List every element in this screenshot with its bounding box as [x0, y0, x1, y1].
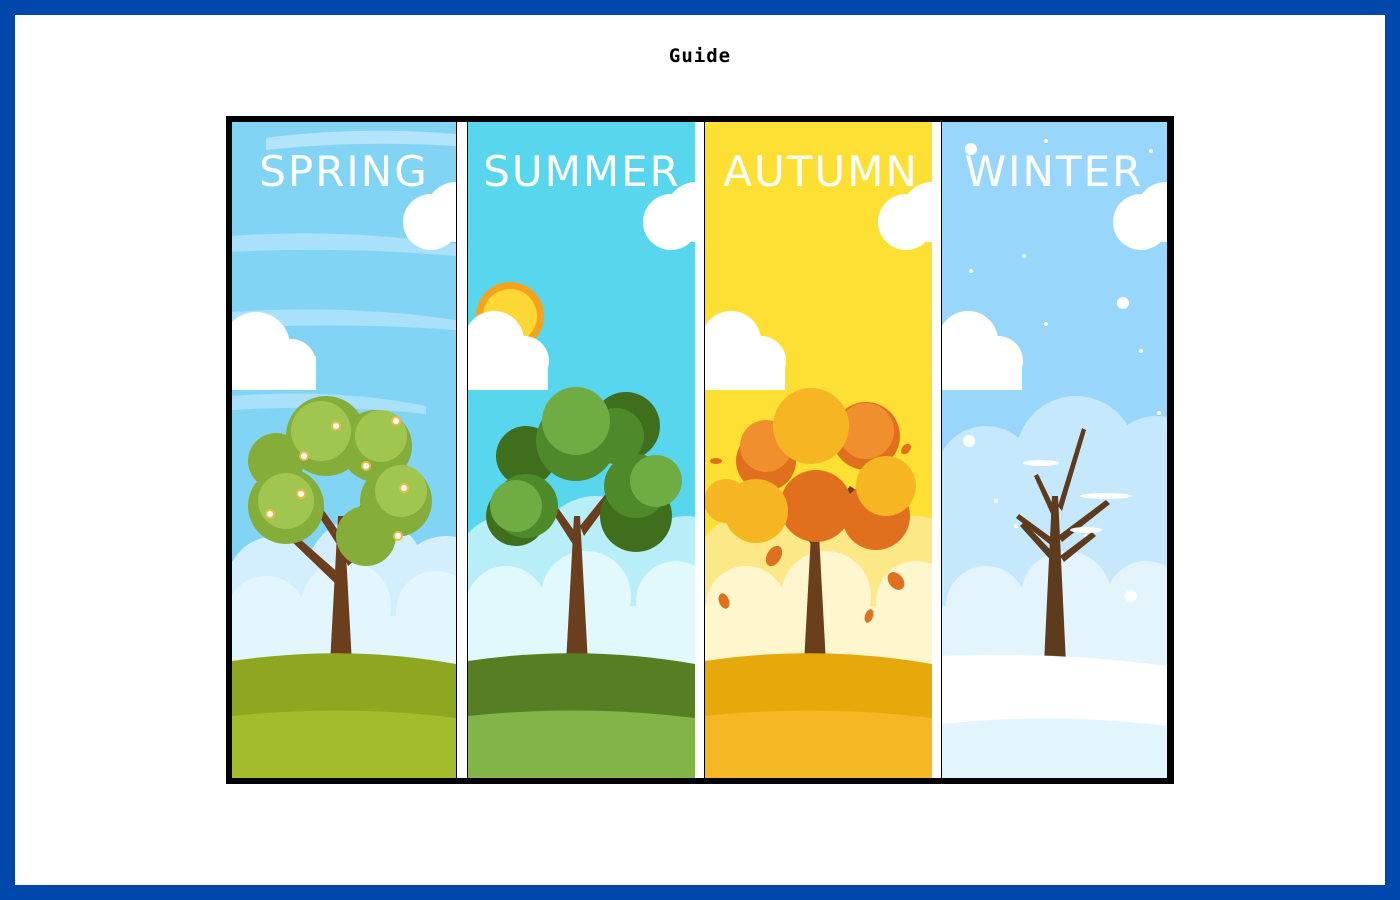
autumn-label: AUTUMN	[723, 147, 919, 196]
summer-panel: SUMMER	[468, 122, 695, 778]
winter-panel: WINTER	[942, 122, 1167, 778]
winter-label: WINTER	[965, 147, 1144, 196]
autumn-panel: AUTUMN	[705, 122, 932, 778]
four-seasons-illustration: SPRING SUMMER AUTUMN WINTER	[226, 116, 1174, 784]
spring-ground-front	[232, 710, 456, 778]
winter-ground-front	[942, 718, 1167, 778]
content-frame: Guide SPRING SUMMER AUTUMN WINTER	[15, 15, 1385, 885]
summer-ground-front	[468, 710, 695, 778]
summer-label: SUMMER	[483, 147, 681, 196]
autumn-ground-front	[705, 710, 932, 778]
panel-divider	[457, 122, 467, 778]
spring-label: SPRING	[259, 147, 429, 196]
spring-panel: SPRING	[232, 122, 456, 778]
panel-divider	[695, 122, 704, 778]
page-title: Guide	[668, 45, 732, 67]
four-seasons-image: SPRING SUMMER AUTUMN WINTER	[226, 116, 1174, 784]
panel-divider	[932, 122, 941, 778]
